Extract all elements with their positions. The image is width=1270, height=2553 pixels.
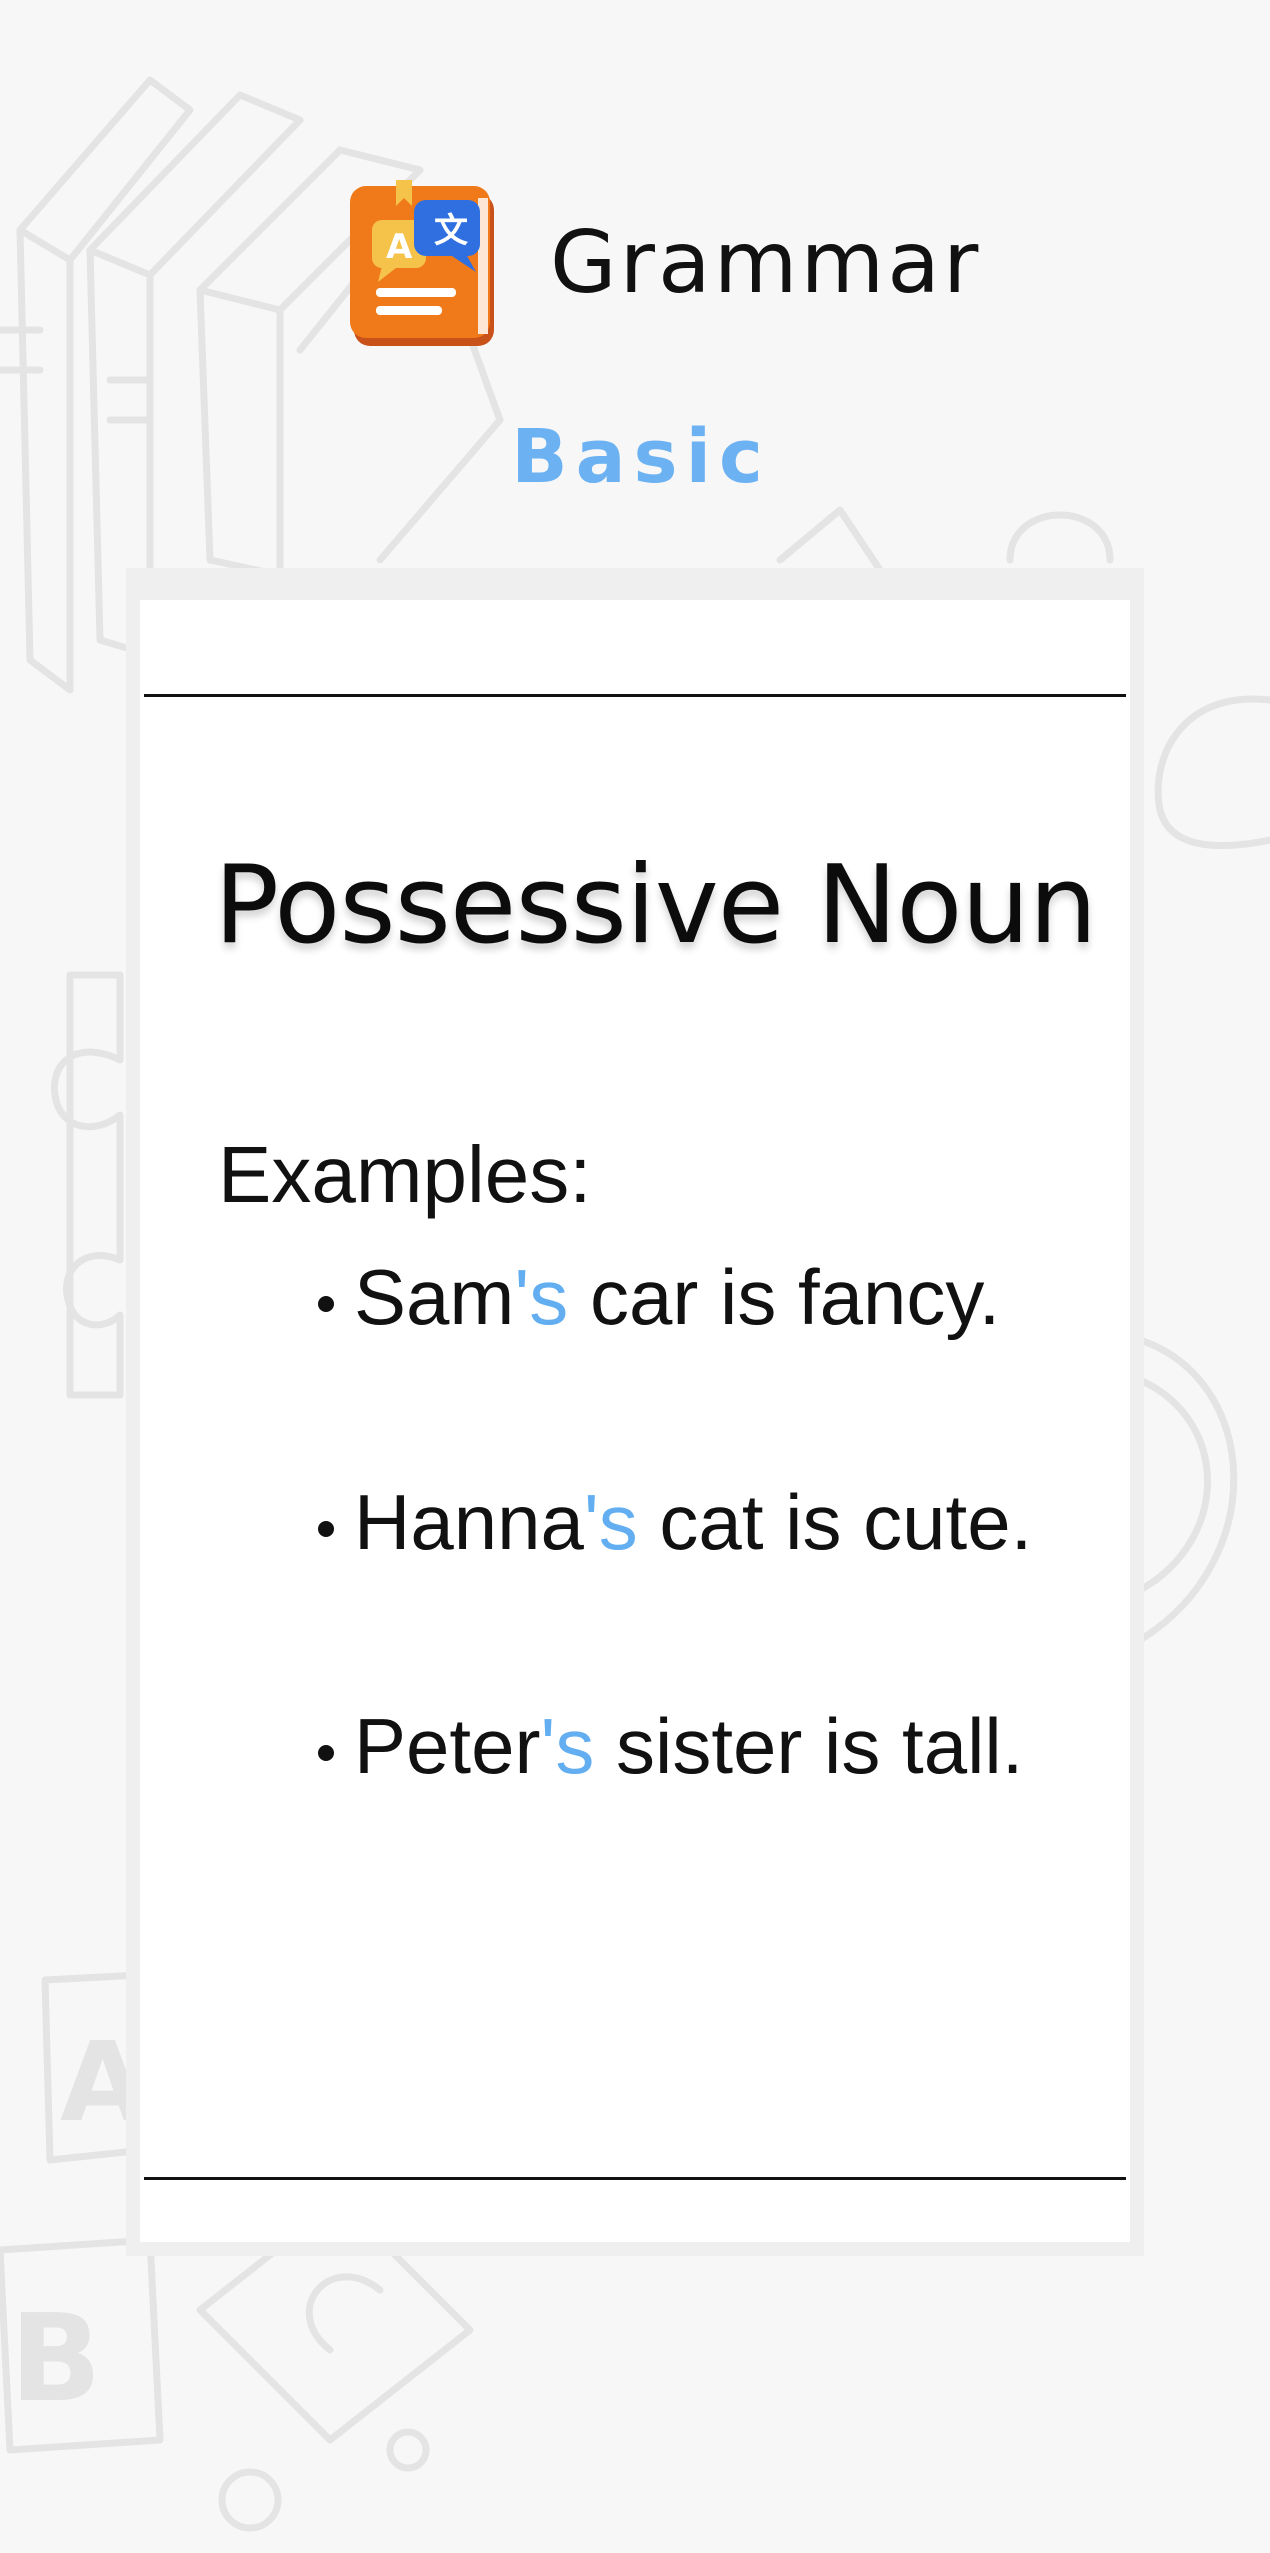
top-divider xyxy=(144,694,1126,697)
svg-text:B: B xyxy=(10,2290,101,2429)
puzzle-doodle-icon xyxy=(50,971,124,1399)
example-item: Peter's sister is tall. xyxy=(318,1707,1023,1785)
level-label: Basic xyxy=(511,414,771,500)
example-item: Hanna's cat is cute. xyxy=(318,1483,1032,1561)
ring-doodle-icon xyxy=(1136,1336,1238,1644)
bullet-icon xyxy=(318,1745,334,1761)
bullet-icon xyxy=(318,1521,334,1537)
bottom-divider xyxy=(144,2177,1126,2180)
translation-book-icon: A 文 xyxy=(348,180,500,350)
app-header: A 文 Grammar xyxy=(0,180,1270,350)
lesson-title: Possessive Noun xyxy=(214,843,1097,968)
example-owner: Hanna xyxy=(354,1478,584,1566)
example-owner: Peter xyxy=(354,1702,541,1790)
bullet-icon xyxy=(318,1296,334,1312)
example-rest: car is fancy. xyxy=(568,1253,1001,1341)
example-item: Sam's car is fancy. xyxy=(318,1258,1000,1336)
possessive-suffix: 's xyxy=(514,1253,569,1341)
svg-text:文: 文 xyxy=(434,211,468,251)
possessive-suffix: 's xyxy=(540,1702,595,1790)
examples-label: Examples: xyxy=(218,1130,592,1219)
possessive-suffix: 's xyxy=(583,1478,638,1566)
example-rest: sister is tall. xyxy=(594,1702,1024,1790)
example-owner: Sam xyxy=(354,1253,515,1341)
svg-text:A: A xyxy=(386,227,413,267)
app-title: Grammar xyxy=(550,213,982,313)
example-rest: cat is cute. xyxy=(637,1478,1033,1566)
